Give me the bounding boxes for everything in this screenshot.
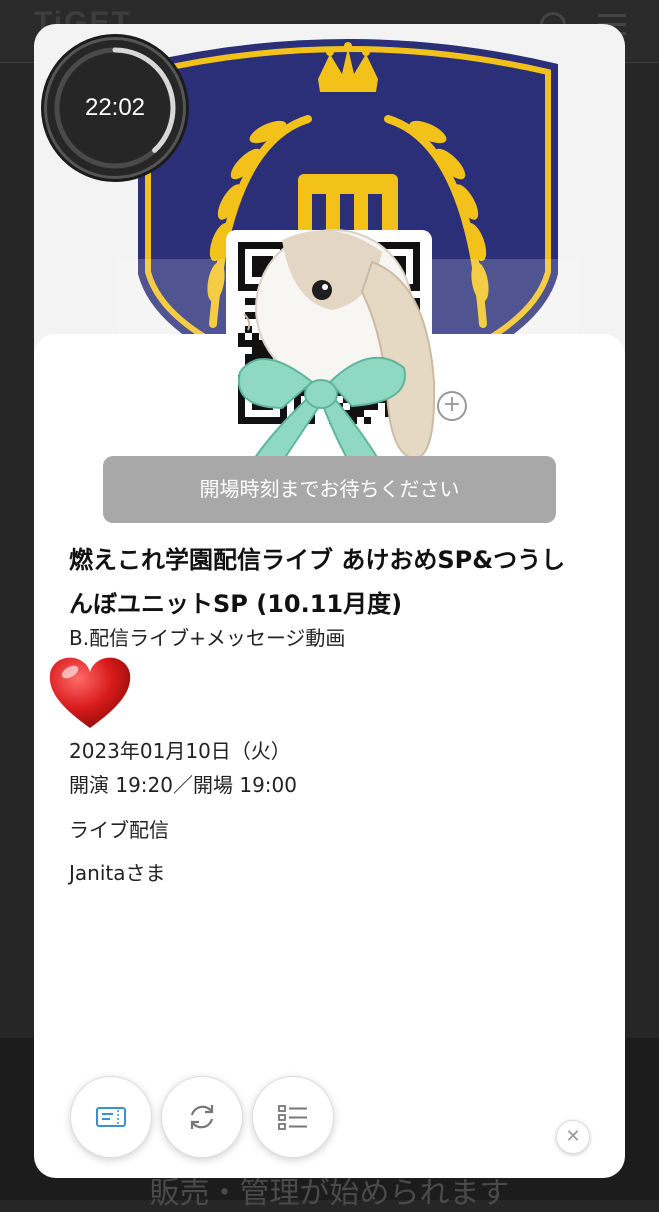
refresh-icon (190, 1105, 214, 1129)
event-date: 2023年01月10日（火） (69, 739, 291, 763)
ticket-type: B.配信ライブ+メッセージ動画 (69, 626, 346, 650)
event-time: 開演 19:20／開場 19:00 (69, 773, 297, 797)
close-icon[interactable]: ✕ (556, 1120, 590, 1154)
ticket-icon (96, 1107, 126, 1127)
ticket-button[interactable] (70, 1076, 152, 1158)
event-title: 燃えこれ学園配信ライブ あけおめSP&つうしんぼユニットSP (10.11月度) (69, 546, 566, 618)
refresh-button[interactable] (161, 1076, 243, 1158)
bunny-sticker (237, 229, 436, 466)
list-button[interactable] (252, 1076, 334, 1158)
heart-sticker (49, 657, 131, 728)
timer-text: 22:02 (84, 94, 146, 121)
ticket-holder: Janitaさま (69, 861, 166, 885)
event-venue: ライブ配信 (69, 818, 169, 842)
waiting-status-button[interactable]: 開場時刻までお待ちください (103, 456, 556, 523)
countdown-timer: 22:02 (44, 37, 186, 179)
list-icon (278, 1105, 307, 1130)
